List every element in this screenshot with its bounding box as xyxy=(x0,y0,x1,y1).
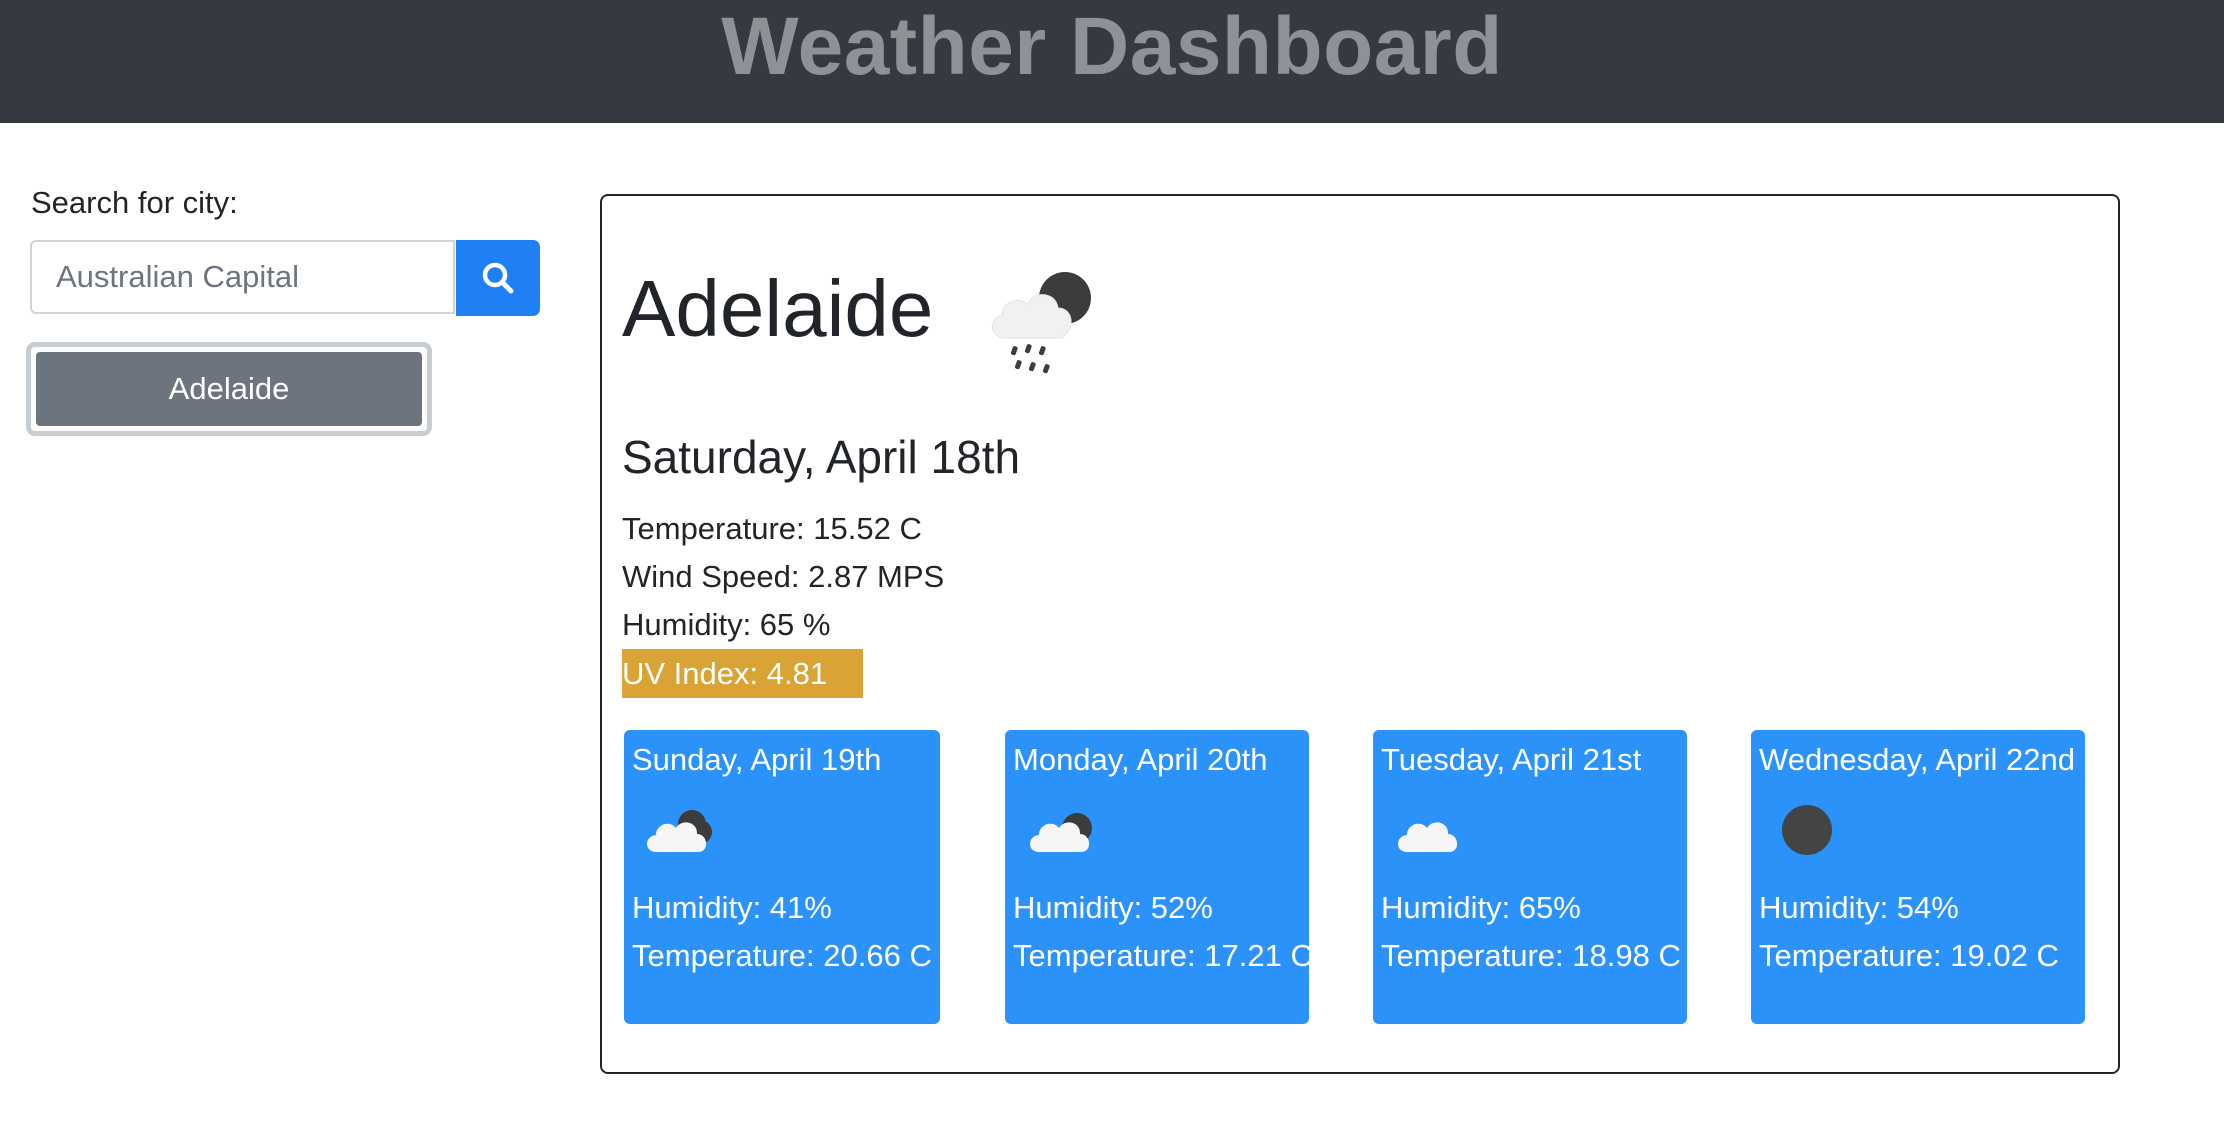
forecast-humidity: Humidity: 41% xyxy=(632,890,832,925)
forecast-date: Wednesday, April 22nd xyxy=(1759,742,2075,777)
forecast-humidity: Humidity: 52% xyxy=(1013,890,1213,925)
forecast-temperature: Temperature: 19.02 C xyxy=(1759,938,2059,973)
forecast-card: Sunday, April 19th Humidity: 41% Tempera… xyxy=(624,730,940,1024)
forecast-card: Monday, April 20th Humidity: 52% Tempera… xyxy=(1005,730,1313,1024)
current-humidity: Humidity: 65 % xyxy=(622,607,831,642)
forecast-card: Tuesday, April 21st Humidity: 65% Temper… xyxy=(1373,730,1687,1024)
forecast-temperature: Temperature: 18.98 C xyxy=(1381,938,1681,973)
forecast-temperature: Temperature: 20.66 C xyxy=(632,938,932,973)
night-clear-icon xyxy=(1782,805,1832,855)
cloud-icon xyxy=(1398,822,1458,852)
night-broken-clouds-icon xyxy=(647,810,712,852)
search-icon xyxy=(482,262,514,294)
forecast-date: Monday, April 20th xyxy=(1013,742,1268,777)
current-temperature: Temperature: 15.52 C xyxy=(622,511,922,546)
forecast-humidity: Humidity: 54% xyxy=(1759,890,1959,925)
current-wind-speed: Wind Speed: 2.87 MPS xyxy=(622,559,945,594)
current-date: Saturday, April 18th xyxy=(622,431,1021,483)
city-name: Adelaide xyxy=(622,264,934,353)
night-few-clouds-icon xyxy=(1030,813,1092,852)
forecast-temperature: Temperature: 17.21 C xyxy=(1013,938,1313,973)
forecast-date: Sunday, April 19th xyxy=(632,742,882,777)
page-title: Weather Dashboard xyxy=(721,1,1503,92)
forecast-card: Wednesday, April 22nd Humidity: 54% Temp… xyxy=(1751,730,2085,1024)
forecast-humidity: Humidity: 65% xyxy=(1381,890,1581,925)
search-label: Search for city: xyxy=(31,185,238,220)
history-button-focus-ring: Adelaide xyxy=(26,342,432,436)
uv-index-badge: UV Index: 4.81 xyxy=(622,649,863,698)
history-city-button[interactable]: Adelaide xyxy=(36,352,422,426)
current-weather-panel: Adelaide Saturday, April 18th Temperatur… xyxy=(600,194,2120,1074)
app-header: Weather Dashboard xyxy=(0,0,2224,123)
night-rain-icon xyxy=(992,272,1091,374)
forecast-date: Tuesday, April 21st xyxy=(1381,742,1642,777)
search-button[interactable] xyxy=(456,240,540,316)
city-search-input[interactable] xyxy=(30,240,455,314)
